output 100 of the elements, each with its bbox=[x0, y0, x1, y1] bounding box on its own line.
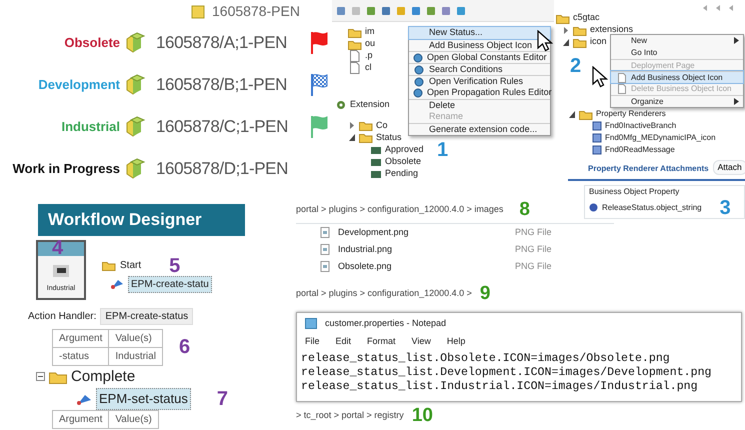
tree-item[interactable]: Start bbox=[120, 258, 142, 273]
file-name[interactable]: Obsolete.png bbox=[330, 260, 515, 274]
file-name[interactable]: Development.png bbox=[330, 226, 515, 240]
expanded-arrow-icon[interactable] bbox=[568, 110, 576, 118]
step-number: 5 bbox=[169, 256, 180, 276]
step-number: 7 bbox=[216, 388, 228, 409]
menu-item[interactable]: Delete bbox=[409, 99, 550, 111]
text-line: release_status_list.Development.ICON=images/Development.png bbox=[300, 366, 712, 380]
menu-item[interactable]: Go Into bbox=[611, 47, 743, 59]
menu-item[interactable]: Open Global Constants Editor bbox=[409, 51, 550, 63]
step-number: 8 bbox=[519, 200, 530, 219]
folder-icon bbox=[556, 12, 570, 24]
collapsed-arrow-icon[interactable] bbox=[562, 26, 570, 34]
folder-icon bbox=[348, 38, 362, 50]
folder-icon bbox=[573, 36, 587, 48]
folder-icon bbox=[579, 108, 593, 120]
status-icon bbox=[370, 144, 382, 154]
handler-icon bbox=[110, 278, 124, 290]
tree-item[interactable]: icon bbox=[590, 35, 607, 49]
menu-item[interactable]: Open Verification Rules bbox=[409, 75, 550, 87]
attach-button[interactable]: Attach bbox=[712, 160, 745, 175]
folder-icon bbox=[359, 132, 373, 143]
tree-item[interactable]: cl bbox=[365, 61, 372, 75]
image-file-icon bbox=[320, 227, 330, 238]
breadcrumb-path[interactable]: > tc_root > portal > registry bbox=[296, 408, 404, 422]
breadcrumb-path[interactable]: portal > plugins > configuration_12000.4.0 > bbox=[296, 286, 472, 300]
tree-item[interactable]: Approved bbox=[385, 142, 424, 156]
menu-item[interactable]: Format bbox=[367, 334, 396, 348]
collapse-toggle-icon[interactable] bbox=[36, 372, 45, 382]
status-icon bbox=[370, 156, 382, 166]
menu-item[interactable]: View bbox=[412, 334, 431, 348]
tree-item[interactable]: Co bbox=[376, 118, 388, 132]
folder-icon bbox=[102, 260, 116, 271]
step-number: 4 bbox=[52, 238, 64, 258]
tree-item[interactable]: EPM-create-statu bbox=[128, 276, 212, 292]
table-cell: -status bbox=[52, 347, 109, 365]
status-label: Industrial bbox=[60, 118, 120, 136]
tree-item[interactable]: ou bbox=[365, 37, 376, 51]
designer-title: Workflow Designer bbox=[38, 204, 245, 236]
menu-item[interactable]: Generate extension code... bbox=[409, 123, 550, 135]
image-file-icon bbox=[320, 261, 330, 272]
breadcrumb-path[interactable]: portal > plugins > configuration_12000.4.0 > images bbox=[296, 202, 504, 216]
column-header: Value(s) bbox=[108, 410, 158, 428]
menu-item[interactable]: New Status... bbox=[409, 27, 550, 39]
notepad-icon bbox=[305, 318, 317, 330]
item-name: 1605878/C;1-PEN bbox=[156, 116, 289, 138]
step-number: 6 bbox=[178, 337, 190, 357]
menu-item[interactable]: Open Propagation Rules Editor bbox=[409, 87, 550, 99]
step-number: 9 bbox=[480, 284, 490, 303]
tree-item[interactable]: Fnd0ReadMessage bbox=[605, 144, 675, 156]
tree-item[interactable]: Fnd0InactiveBranch bbox=[605, 120, 676, 132]
item-name: 1605878-PEN bbox=[212, 2, 300, 21]
menu-item[interactable]: Organize bbox=[611, 95, 743, 107]
file-type: PNG File bbox=[515, 242, 552, 256]
tree-item[interactable]: c5gtac bbox=[573, 11, 600, 25]
folder-icon bbox=[359, 120, 373, 131]
folder-icon bbox=[348, 26, 362, 38]
folder-icon bbox=[573, 24, 587, 36]
submenu-arrow-icon bbox=[734, 98, 739, 105]
text-line: release_status_list.Obsolete.ICON=images/Obsolete.png bbox=[300, 352, 671, 366]
tree-item[interactable]: EPM-set-status bbox=[96, 388, 191, 410]
step-number: 1 bbox=[437, 140, 448, 160]
file-icon bbox=[348, 50, 362, 62]
tree-item[interactable]: Property Renderers bbox=[596, 108, 666, 120]
expanded-arrow-icon[interactable] bbox=[562, 38, 570, 46]
status-label: Work in Progress bbox=[12, 160, 120, 178]
tree-item[interactable]: Status bbox=[376, 130, 402, 144]
item-name: 1605878/B;1-PEN bbox=[156, 74, 288, 96]
mouse-pointer-icon bbox=[592, 66, 608, 88]
status-label: Development bbox=[37, 76, 120, 94]
column-header: Argument bbox=[52, 329, 109, 347]
tree-item[interactable]: Pending bbox=[385, 166, 418, 180]
tree-item[interactable]: Fnd0Mfg_MEDynamicIPA_icon bbox=[605, 132, 716, 144]
collapsed-arrow-icon[interactable] bbox=[348, 121, 356, 130]
expanded-arrow-icon[interactable] bbox=[348, 133, 356, 142]
folder-icon bbox=[49, 370, 67, 384]
tree-item[interactable]: im bbox=[365, 25, 374, 39]
menu-item[interactable]: File bbox=[305, 334, 320, 348]
file-name[interactable]: Industrial.png bbox=[330, 242, 515, 256]
menu-item[interactable]: New bbox=[611, 35, 743, 47]
menu-item[interactable]: Search Conditions bbox=[409, 63, 550, 75]
action-handler-field[interactable]: EPM-create-status bbox=[100, 308, 194, 324]
view-tab[interactable]: Extension bbox=[350, 98, 390, 112]
image-file-icon bbox=[320, 244, 330, 255]
tree-item[interactable]: .p bbox=[365, 49, 373, 63]
tree-item[interactable]: Obsolete bbox=[385, 154, 422, 168]
menu-item[interactable]: Help bbox=[446, 334, 466, 348]
tree-item[interactable]: Complete bbox=[71, 366, 136, 388]
item-name: 1605878/A;1-PEN bbox=[156, 32, 288, 54]
field-label: Action Handler: bbox=[28, 310, 96, 324]
step-number: 10 bbox=[412, 406, 433, 425]
status-icon bbox=[370, 168, 382, 178]
item-name: 1605878/D;1-PEN bbox=[156, 158, 289, 180]
table-cell: Industrial bbox=[108, 347, 162, 365]
file-icon bbox=[348, 62, 362, 74]
menu-item[interactable]: Add Business Object Icon bbox=[611, 71, 743, 83]
menu-item[interactable]: Edit bbox=[336, 334, 352, 348]
file-type: PNG File bbox=[515, 260, 552, 273]
tree-item[interactable]: extensions bbox=[590, 23, 634, 37]
column-header: Value(s) bbox=[108, 329, 162, 347]
